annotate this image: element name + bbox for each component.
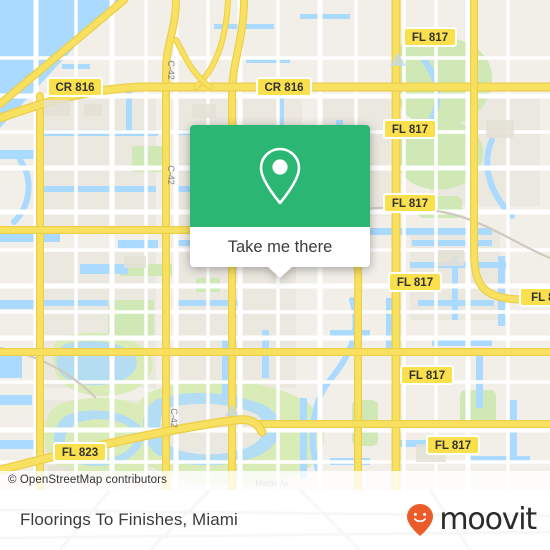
place-popup-card[interactable]: Take me there xyxy=(190,125,370,278)
highway-shield-label: CR 816 xyxy=(56,82,95,94)
highway-shield: FL 83 xyxy=(519,287,550,307)
moovit-pin-smile-icon xyxy=(407,504,434,536)
canal-label: C-42 xyxy=(166,165,176,185)
highway-shield-label: FL 817 xyxy=(435,440,471,452)
highway-shield-label: FL 823 xyxy=(62,447,98,459)
highway-shield-label: FL 817 xyxy=(412,32,448,44)
highway-shield-label: FL 817 xyxy=(409,370,445,382)
footer-bar: Floorings To Finishes, Miami moovit xyxy=(0,490,550,550)
moovit-wordmark: moovit xyxy=(439,502,537,537)
highway-shield: FL 817 xyxy=(383,119,437,139)
popup-card-header xyxy=(190,125,370,227)
take-me-there-button[interactable]: Take me there xyxy=(190,227,370,278)
highway-shield-label: CR 816 xyxy=(265,82,304,94)
highway-shield: FL 817 xyxy=(383,193,437,213)
take-me-there-label: Take me there xyxy=(227,237,333,256)
map-pin-icon xyxy=(259,147,301,205)
canal-label: C-42 xyxy=(166,60,176,80)
highway-shield-label: FL 817 xyxy=(392,124,428,136)
highway-shield-label: FL 817 xyxy=(397,277,433,289)
highway-shield-label: FL 83 xyxy=(531,292,550,304)
place-title: Floorings To Finishes, Miami xyxy=(20,510,238,529)
moovit-map-screenshot: .w{fill:#aadaff} .pk{fill:#cfe8b5} .gf{f… xyxy=(0,0,550,550)
highway-shield: CR 816 xyxy=(256,77,312,97)
highway-shield: FL 817 xyxy=(426,435,480,455)
highway-shield: CR 816 xyxy=(47,77,103,97)
highway-shield: FL 817 xyxy=(388,272,442,292)
osm-attribution: © OpenStreetMap contributors xyxy=(0,471,550,490)
moovit-logo[interactable]: moovit xyxy=(405,502,537,537)
canal-label: C-42 xyxy=(169,408,179,428)
highway-shield: FL 817 xyxy=(400,365,454,385)
popup-tail xyxy=(268,267,292,278)
highway-shield: FL 817 xyxy=(403,27,457,47)
highway-shield-label: FL 817 xyxy=(392,198,428,210)
highway-shield: FL 823 xyxy=(53,442,107,462)
